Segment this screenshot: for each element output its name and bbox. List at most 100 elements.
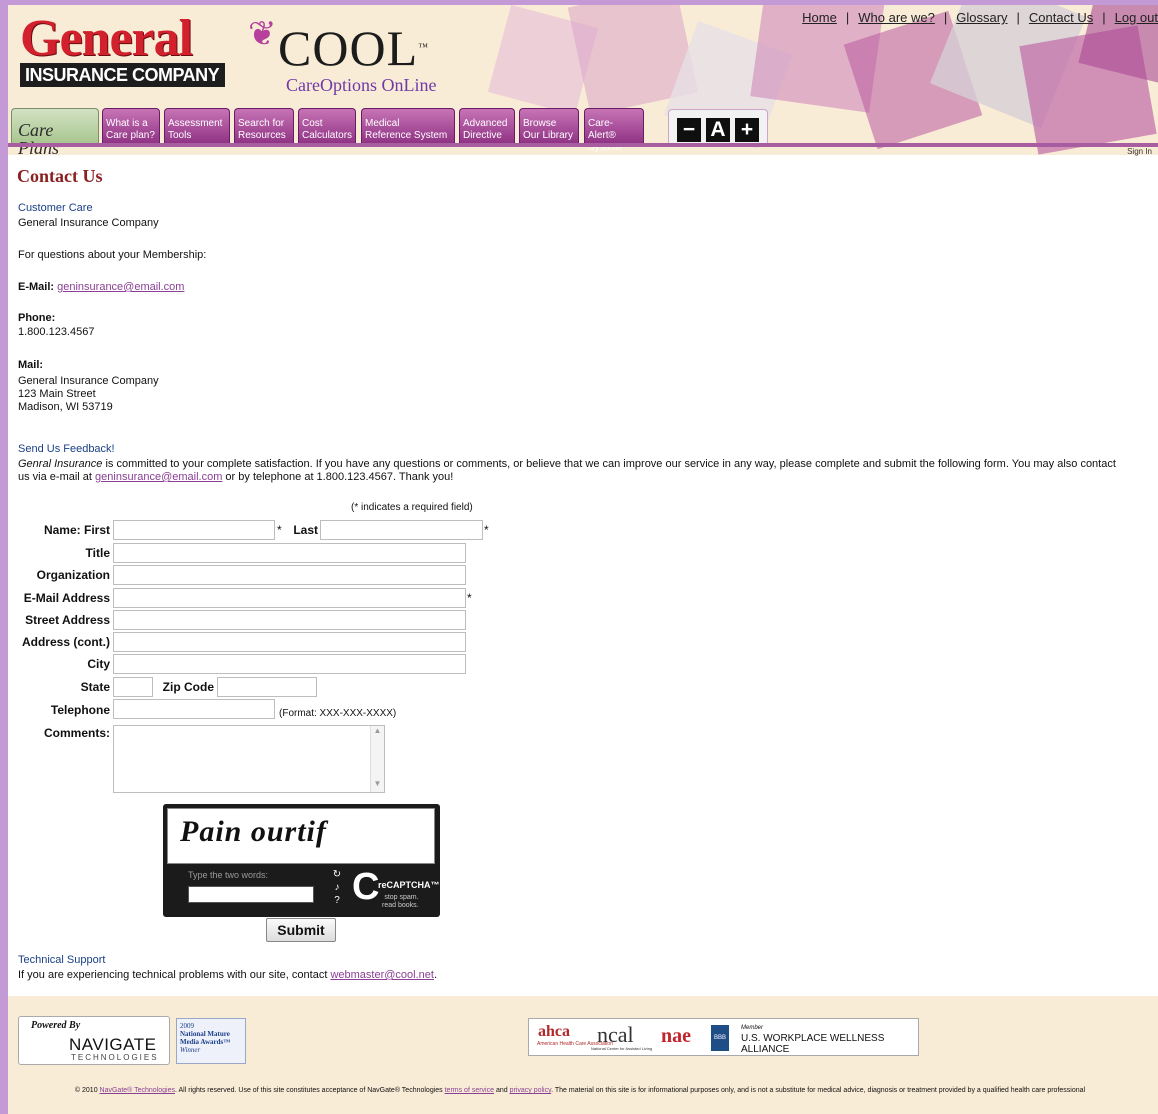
link-home[interactable]: Home [802,10,837,25]
feedback-email-link[interactable]: geninsurance@email.com [95,471,222,483]
audio-icon[interactable]: ♪ [330,881,344,894]
city-input[interactable] [113,654,466,674]
copy-text: and [494,1087,510,1094]
tab-search-resources[interactable]: Search for Resources [234,108,294,145]
technologies-text: TECHNOLOGIES [71,1053,159,1062]
terms-of-service-link[interactable]: terms of service [445,1087,494,1094]
navigate-technologies-badge[interactable]: Powered By NAVIGATE TECHNOLOGIES [18,1016,170,1065]
email-link[interactable]: geninsurance@email.com [57,281,184,293]
sign-in-link[interactable]: Sign In [1127,147,1152,156]
cool-logo[interactable]: ❦ COOL™ CareOptions OnLine [248,17,468,97]
reset-font-button[interactable]: A [706,118,730,142]
required-mark: * [467,591,472,605]
general-insurance-logo[interactable]: General INSURANCE COMPANY [20,13,225,87]
ahca-logo[interactable]: ahca [538,1023,570,1041]
powered-by-text: Powered By [31,1020,81,1031]
street-address-label: Street Address [25,613,110,627]
tab-label: Calculators [302,130,353,141]
submit-button[interactable]: Submit [266,918,336,942]
link-who-are-we[interactable]: Who are we? [858,10,935,25]
tab-medical-reference[interactable]: Medical Reference System [361,108,455,145]
link-glossary[interactable]: Glossary [956,10,1007,25]
link-contact-us[interactable]: Contact Us [1029,10,1093,25]
scroll-up-icon[interactable]: ▲ [371,726,384,735]
logo-company-text: INSURANCE COMPANY [20,63,225,87]
privacy-policy-link[interactable]: privacy policy [510,1087,552,1094]
phone-number: 1.800.123.4567 [18,326,95,338]
mail-label: Mail: [18,359,44,371]
email-line: E-Mail: geninsurance@email.com [18,281,184,293]
ncal-logo[interactable]: ncal [597,1022,634,1048]
comments-textarea[interactable]: ▲ ▼ [113,725,385,793]
tab-advanced-directive[interactable]: Advanced Directive [459,108,515,145]
logo-cool-subtitle: CareOptions OnLine [286,75,437,95]
tab-label: What is a [106,118,148,129]
wellness-alliance-text: U.S. WORKPLACE WELLNESS ALLIANCE [741,1033,885,1055]
tech-support-text: If you are experiencing technical proble… [18,969,437,981]
tab-cost-calculators[interactable]: Cost Calculators [298,108,356,145]
city-label: City [87,657,110,671]
tab-assessment-tools[interactable]: Assessment Tools [164,108,230,145]
first-name-input[interactable] [113,520,275,540]
zip-code-input[interactable] [217,677,317,697]
award-line: 2009 [180,1022,194,1030]
required-note: (* indicates a required field) [351,502,473,513]
navgate-link[interactable]: NavGate® Technologies [100,1087,175,1094]
ncal-subtitle: National Center for Assisted Living [591,1046,653,1051]
captcha-image: Pain ourtif [167,808,435,864]
tab-label: Assessment [168,118,223,129]
heart-figure-icon: ❦ [248,15,277,53]
bbb-logo[interactable]: BBB [711,1025,729,1051]
recaptcha-slogan: stop spam. read books. [382,894,419,909]
award-line: Winner [180,1046,201,1054]
company-italic: Genral Insurance [18,458,103,470]
captcha-controls: ↻ ♪ ? [330,868,344,907]
copy-text: . All rights reserved. Use of this site … [175,1087,445,1094]
mail-line: 123 Main Street [18,388,96,400]
captcha-prompt: Type the two words: [188,870,269,880]
association-logos: ahca American Health Care Association nc… [528,1018,919,1056]
tab-care-plans[interactable]: Care Plans [11,108,99,155]
title-input[interactable] [113,543,466,563]
increase-font-button[interactable]: + [735,118,759,142]
tab-label: Care plan? [106,130,155,141]
email-label: E-Mail: [18,281,55,293]
copy-text: © 2010 [74,1087,100,1094]
state-input[interactable] [113,677,153,697]
telephone-input[interactable] [113,699,275,719]
tab-label: Reference System [365,130,448,141]
recaptcha-brand: reCAPTCHA™ [378,880,440,890]
decrease-font-button[interactable]: − [677,118,701,142]
tab-label: Care Plans [18,120,59,155]
state-label: State [80,680,110,694]
help-icon[interactable]: ? [330,894,344,907]
refresh-icon[interactable]: ↻ [330,868,344,881]
last-name-input[interactable] [320,520,483,540]
tab-browse-library[interactable]: Browse Our Library [519,108,579,145]
first-name-label: Name: First [43,523,110,537]
recaptcha-arrow-icon: C [352,866,380,908]
tech-support-heading: Technical Support [18,954,106,966]
copy-text: . The material on this site is for infor… [551,1087,1086,1094]
nae-logo[interactable]: nae [661,1025,691,1048]
page-title: Contact Us [17,166,103,186]
comments-scrollbar[interactable]: ▲ ▼ [370,726,384,792]
member-text: Member [741,1025,764,1031]
period: . [433,969,437,981]
webmaster-email-link[interactable]: webmaster@cool.net [330,969,434,981]
tab-care-alert[interactable]: Care-Alert® System [584,108,644,153]
tab-label: Tools [168,130,192,141]
email-address-input[interactable] [113,588,466,608]
captcha-input[interactable] [188,886,314,903]
header-divider [8,143,1158,147]
feedback-paragraph: Genral Insurance is committed to your co… [18,458,1118,484]
organization-input[interactable] [113,565,466,585]
link-log-out[interactable]: Log out [1115,10,1158,25]
street-address-input[interactable] [113,610,466,630]
tab-what-is-care-plan[interactable]: What is a Care plan? [102,108,160,145]
recaptcha-logo: C reCAPTCHA™ stop spam. read books. [352,866,440,909]
required-mark: * [484,523,489,537]
scroll-down-icon[interactable]: ▼ [371,779,384,788]
address-cont-input[interactable] [113,632,466,652]
mail-address: General Insurance Company 123 Main Stree… [18,375,159,414]
